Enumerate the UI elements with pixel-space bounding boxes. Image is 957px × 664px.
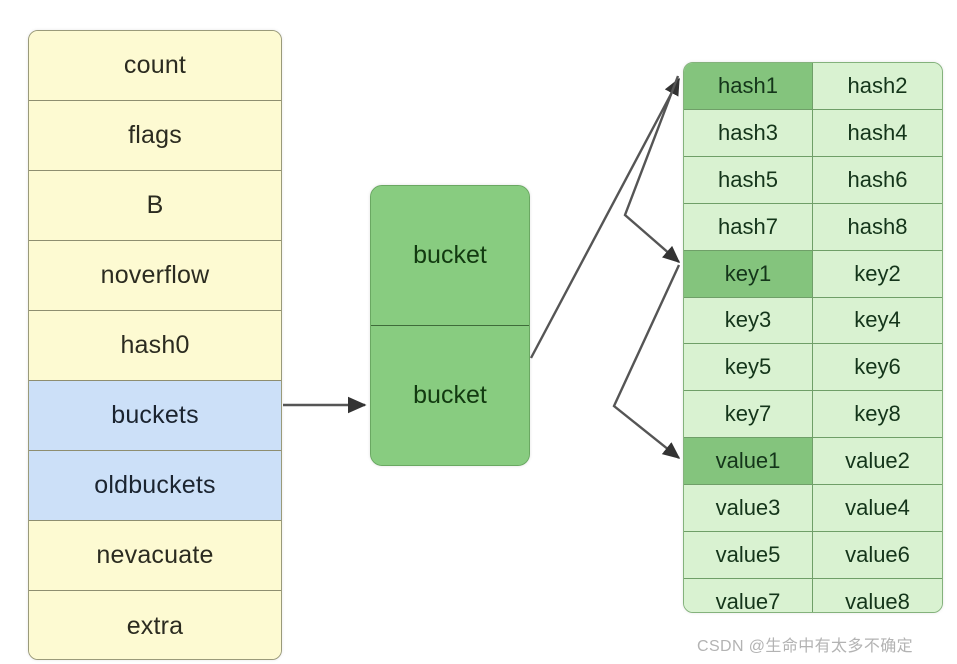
hmap-field-count: count	[29, 31, 281, 101]
table-row: key3 key4	[684, 297, 942, 345]
bucket-array-box: bucket bucket	[370, 185, 530, 466]
table-row: hash1 hash2	[684, 63, 942, 110]
bmap-cell-value4: value4	[813, 485, 942, 532]
bucket-cell-0: bucket	[371, 186, 529, 326]
bmap-cell-label: key4	[854, 307, 901, 333]
bucket-cell-1: bucket	[371, 325, 529, 465]
arrow-bucket-to-hash1	[529, 77, 681, 359]
bmap-cell-key6: key6	[813, 344, 942, 391]
bmap-cell-key5: key5	[684, 344, 813, 391]
bmap-cell-label: key2	[854, 260, 901, 286]
hmap-struct-box: count flags B noverflow hash0 buckets ol…	[28, 30, 282, 660]
bmap-cell-label: hash4	[847, 119, 908, 145]
bmap-table-box: hash1 hash2 hash3 hash4 hash5 hash6 hash…	[683, 62, 943, 613]
bmap-cell-label: value7	[715, 588, 781, 613]
bmap-cell-label: value3	[715, 495, 781, 521]
bmap-cell-key2: key2	[813, 250, 942, 297]
bmap-cell-label: hash7	[718, 213, 778, 239]
table-row: hash7 hash8	[684, 203, 942, 251]
diagram-canvas: count flags B noverflow hash0 buckets ol…	[0, 0, 957, 664]
bmap-cell-label: value8	[845, 588, 910, 613]
hmap-field-oldbuckets: oldbuckets	[29, 451, 281, 521]
bmap-cell-hash8: hash8	[813, 203, 942, 250]
watermark-text: CSDN @生命中有太多不确定	[697, 638, 914, 655]
bmap-cell-label: key3	[724, 307, 772, 333]
table-row: key7 key8	[684, 391, 942, 439]
bucket-cell-label: bucket	[413, 240, 487, 269]
bmap-cell-label: key7	[724, 401, 772, 427]
bmap-cell-hash6: hash6	[813, 156, 942, 203]
bmap-cell-label: hash2	[847, 72, 908, 98]
hmap-field-label: buckets	[111, 401, 199, 429]
bmap-cell-key4: key4	[813, 297, 942, 344]
bmap-cell-label: key5	[724, 354, 772, 380]
bmap-cell-value6: value6	[813, 532, 942, 578]
bmap-cell-value7: value7	[684, 578, 813, 613]
hmap-field-label: flags	[128, 121, 182, 149]
table-row: hash5 hash6	[684, 156, 942, 204]
bmap-cell-hash4: hash4	[813, 109, 942, 156]
table-row: value5 value6	[684, 532, 942, 579]
bmap-cell-value8: value8	[813, 578, 942, 613]
hmap-field-buckets: buckets	[29, 381, 281, 451]
bmap-cell-hash2: hash2	[813, 63, 942, 109]
hmap-field-extra: extra	[29, 591, 281, 659]
bmap-cell-key8: key8	[813, 391, 942, 438]
hmap-field-nevacuate: nevacuate	[29, 521, 281, 591]
bmap-cell-hash3: hash3	[684, 109, 813, 156]
table-row: value3 value4	[684, 485, 942, 533]
hmap-field-label: nevacuate	[96, 541, 214, 569]
bmap-cell-key3: key3	[684, 297, 813, 344]
hmap-field-label: extra	[126, 611, 184, 640]
bmap-cell-label: value4	[845, 495, 910, 521]
bmap-cell-label: hash6	[847, 166, 908, 192]
bmap-cell-label: hash8	[847, 213, 908, 239]
table-row: value7 value8	[684, 578, 942, 613]
bmap-cell-label: key1	[724, 260, 772, 286]
bmap-cell-hash5: hash5	[684, 156, 813, 203]
table-row: value1 value2	[684, 438, 942, 486]
bmap-cell-hash1: hash1	[684, 63, 813, 109]
arrow-bucket-to-value1	[612, 264, 681, 459]
table-row: key1 key2	[684, 250, 942, 298]
bmap-cell-key7: key7	[684, 391, 813, 438]
hmap-field-b: B	[29, 171, 281, 241]
hmap-field-label: B	[146, 191, 164, 219]
bmap-cell-value5: value5	[684, 532, 813, 578]
table-row: key5 key6	[684, 344, 942, 392]
bmap-cell-label: value2	[845, 448, 910, 474]
bmap-cell-label: hash1	[718, 72, 778, 98]
bmap-cell-key1: key1	[684, 250, 813, 297]
bmap-cell-label: value1	[715, 448, 781, 474]
bmap-cell-label: key8	[854, 401, 901, 427]
bmap-cell-label: hash5	[718, 166, 778, 192]
bmap-cell-hash7: hash7	[684, 203, 813, 250]
bmap-cell-label: value5	[715, 542, 781, 568]
hmap-field-noverflow: noverflow	[29, 241, 281, 311]
bmap-cell-label: key6	[854, 354, 901, 380]
bmap-cell-value2: value2	[813, 438, 942, 485]
hmap-field-label: hash0	[120, 331, 190, 359]
hmap-field-label: noverflow	[100, 261, 210, 289]
hmap-field-label: count	[123, 51, 187, 79]
arrow-bucket-to-key1	[623, 75, 681, 263]
bmap-cell-label: value6	[845, 542, 910, 568]
hmap-field-flags: flags	[29, 101, 281, 171]
bmap-cell-label: hash3	[718, 119, 778, 145]
hmap-field-label: oldbuckets	[94, 471, 216, 499]
table-row: hash3 hash4	[684, 109, 942, 157]
bmap-cell-value1: value1	[684, 438, 813, 485]
hmap-field-hash0: hash0	[29, 311, 281, 381]
bucket-cell-label: bucket	[413, 380, 487, 409]
bmap-cell-value3: value3	[684, 485, 813, 532]
